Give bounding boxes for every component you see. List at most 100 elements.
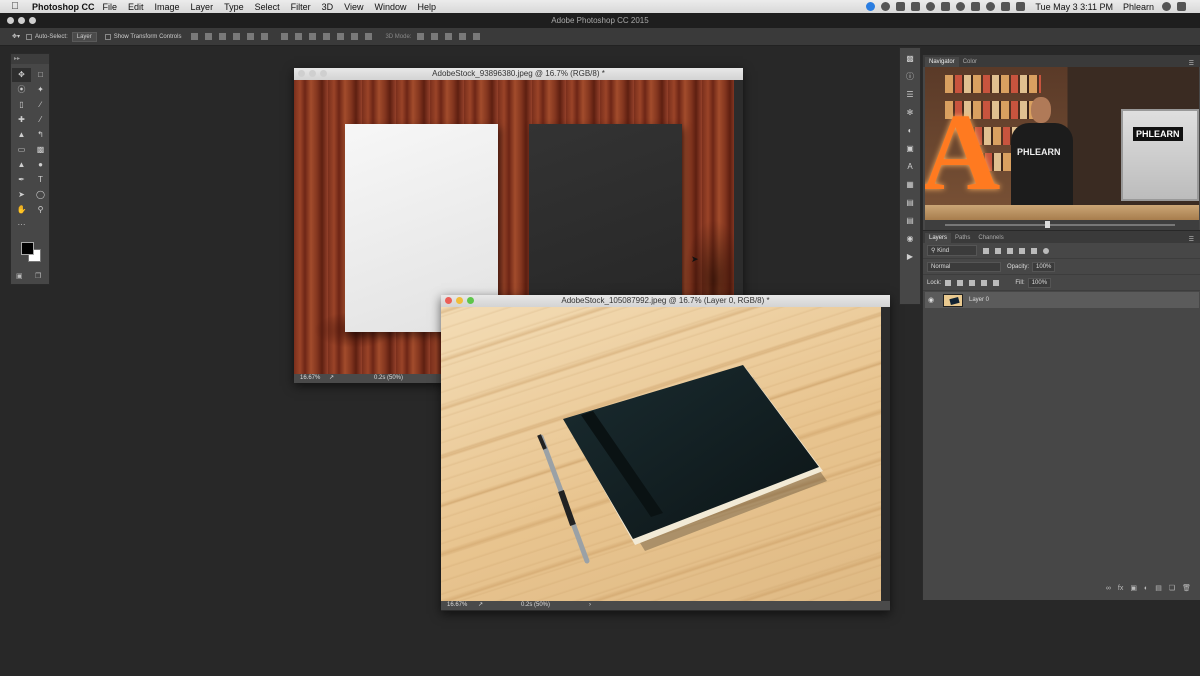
distribute-vcenter-icon[interactable]	[295, 33, 303, 40]
fill-field[interactable]: 100%	[1027, 277, 1052, 288]
delete-layer-icon[interactable]: 🗑	[1182, 584, 1191, 592]
evernote-icon[interactable]	[881, 2, 891, 11]
distribute-hcenter-icon[interactable]	[337, 33, 345, 40]
layer-fx-button[interactable]: fx	[1118, 585, 1123, 592]
3d-drag-icon[interactable]	[445, 33, 453, 40]
blend-mode-dropdown[interactable]: Normal	[927, 261, 1001, 272]
doc2-zoom-button[interactable]	[467, 297, 474, 304]
align-left-icon[interactable]	[233, 33, 241, 40]
layers-menu-icon[interactable]: ☰	[1189, 236, 1194, 243]
distribute-left-icon[interactable]	[323, 33, 331, 40]
document-1-titlebar[interactable]: AdobeStock_93896380.jpeg @ 16.7% (RGB/8)…	[294, 68, 743, 80]
filter-adjustment-icon[interactable]	[995, 247, 1001, 254]
layer-thumbnail[interactable]	[943, 293, 963, 307]
blur-icon[interactable]: ▲	[12, 158, 31, 172]
user-name[interactable]: Phlearn	[1123, 2, 1154, 12]
visibility-eye-icon[interactable]: ◉	[925, 296, 937, 304]
history-brush-icon[interactable]: ↰	[31, 128, 50, 142]
dodge-icon[interactable]: ●	[31, 158, 50, 172]
ellipse-icon[interactable]: ◯	[31, 188, 50, 202]
navigator-zoom-track[interactable]	[945, 224, 1175, 226]
brush-presets-icon[interactable]: ✻	[900, 106, 920, 120]
navigator-menu-icon[interactable]: ☰	[1189, 60, 1194, 67]
marquee-icon[interactable]: □	[31, 68, 50, 82]
menu-view[interactable]: View	[344, 2, 363, 12]
layer-row[interactable]: ◉ Layer 0	[925, 292, 1199, 308]
doc1-export-icon[interactable]: ↗	[329, 374, 334, 383]
pen-icon[interactable]: ✒	[12, 173, 31, 187]
gradient-icon[interactable]: ▩	[31, 143, 50, 157]
document-window-2[interactable]: AdobeStock_105087992.jpeg @ 16.7% (Layer…	[441, 295, 890, 611]
tab-layers[interactable]: Layers	[925, 233, 952, 243]
3d-slide-icon[interactable]	[459, 33, 467, 40]
tab-navigator[interactable]: Navigator	[925, 57, 959, 67]
new-layer-icon[interactable]: ❏	[1169, 584, 1175, 592]
tab-paths[interactable]: Paths	[951, 233, 974, 243]
info-icon[interactable]: ⓘ	[900, 70, 920, 84]
lock-position-icon[interactable]	[969, 279, 976, 286]
close-button[interactable]	[7, 17, 14, 24]
filter-toggle-icon[interactable]	[1043, 247, 1049, 254]
opacity-field[interactable]: 100%	[1032, 261, 1056, 272]
actions-icon[interactable]: ▶	[900, 250, 920, 264]
navigator-zoom-slider[interactable]	[925, 220, 1199, 230]
more-tools-icon[interactable]: ···	[12, 218, 31, 232]
layer-name[interactable]: Layer 0	[969, 297, 989, 303]
document-2-titlebar[interactable]: AdobeStock_105087992.jpeg @ 16.7% (Layer…	[441, 295, 890, 307]
menu-app-name[interactable]: Photoshop CC	[32, 2, 95, 12]
libraries-icon[interactable]: ▦	[900, 178, 920, 192]
menu-filter[interactable]: Filter	[291, 2, 311, 12]
distribute-right-icon[interactable]	[351, 33, 359, 40]
screen-record-icon[interactable]	[911, 2, 921, 11]
healing-brush-icon[interactable]: ✚	[12, 113, 31, 127]
auto-align-icon[interactable]	[365, 33, 373, 40]
doc2-vertical-scrollbar[interactable]	[881, 307, 890, 601]
clock[interactable]: Tue May 3 3:11 PM	[1035, 2, 1113, 12]
apple-icon[interactable]: 	[8, 1, 22, 12]
hand-icon[interactable]: ✋	[12, 203, 31, 217]
menu-layer[interactable]: Layer	[191, 2, 214, 12]
show-transform-checkbox[interactable]	[104, 33, 111, 40]
link-layers-icon[interactable]: ∞	[1106, 585, 1111, 592]
filter-shape-icon[interactable]	[1019, 247, 1025, 254]
camera-icon[interactable]	[941, 2, 951, 11]
brush-icon[interactable]: ⁄	[31, 113, 50, 127]
menu-type[interactable]: Type	[224, 2, 244, 12]
filter-type-icon[interactable]	[1007, 247, 1013, 254]
lock-image-icon[interactable]	[957, 279, 964, 286]
quick-mask-icon[interactable]: ▣	[16, 272, 23, 280]
tools-panel-header[interactable]: ▸▸	[11, 54, 49, 64]
sync-icon[interactable]	[926, 2, 936, 11]
lock-artboard-icon[interactable]	[981, 279, 988, 286]
navigator-preview[interactable]: A PHLEARN PHLEARN	[925, 67, 1199, 220]
doc1-zoom-level[interactable]: 16.67%	[300, 374, 320, 383]
styles-icon[interactable]: ▣	[900, 142, 920, 156]
align-bottom-icon[interactable]	[219, 33, 227, 40]
3d-rotate-icon[interactable]	[417, 33, 425, 40]
layer-filter-kind[interactable]: ⚲ Kind	[927, 245, 977, 256]
doc2-minimize-button[interactable]	[456, 297, 463, 304]
menu-select[interactable]: Select	[255, 2, 280, 12]
timer-icon[interactable]	[956, 2, 966, 11]
auto-select-checkbox[interactable]	[26, 33, 33, 40]
search-icon[interactable]	[1162, 2, 1171, 11]
align-vcenter-icon[interactable]	[205, 33, 213, 40]
creative-cloud-icon[interactable]	[866, 2, 876, 11]
wifi-icon[interactable]	[986, 2, 996, 11]
screen-mode-icon[interactable]: ❐	[35, 272, 41, 280]
menu-file[interactable]: File	[103, 2, 118, 12]
bluetooth-icon[interactable]	[971, 2, 981, 11]
doc1-close-button[interactable]	[298, 70, 305, 77]
filter-smart-object-icon[interactable]	[1031, 247, 1037, 254]
history-icon[interactable]: ▤	[900, 196, 920, 210]
doc2-status-arrow-icon[interactable]: ›	[589, 601, 591, 610]
tab-channels[interactable]: Channels	[974, 233, 1007, 243]
adjustments-icon[interactable]: ◐	[900, 124, 920, 138]
tab-color[interactable]: Color	[959, 57, 981, 67]
zoom-icon[interactable]: ⚲	[31, 203, 50, 217]
character-icon[interactable]: A	[900, 160, 920, 174]
align-top-icon[interactable]	[191, 33, 199, 40]
new-group-icon[interactable]: ▤	[1155, 584, 1162, 592]
3d-scale-icon[interactable]	[473, 33, 481, 40]
menu-3d[interactable]: 3D	[322, 2, 334, 12]
